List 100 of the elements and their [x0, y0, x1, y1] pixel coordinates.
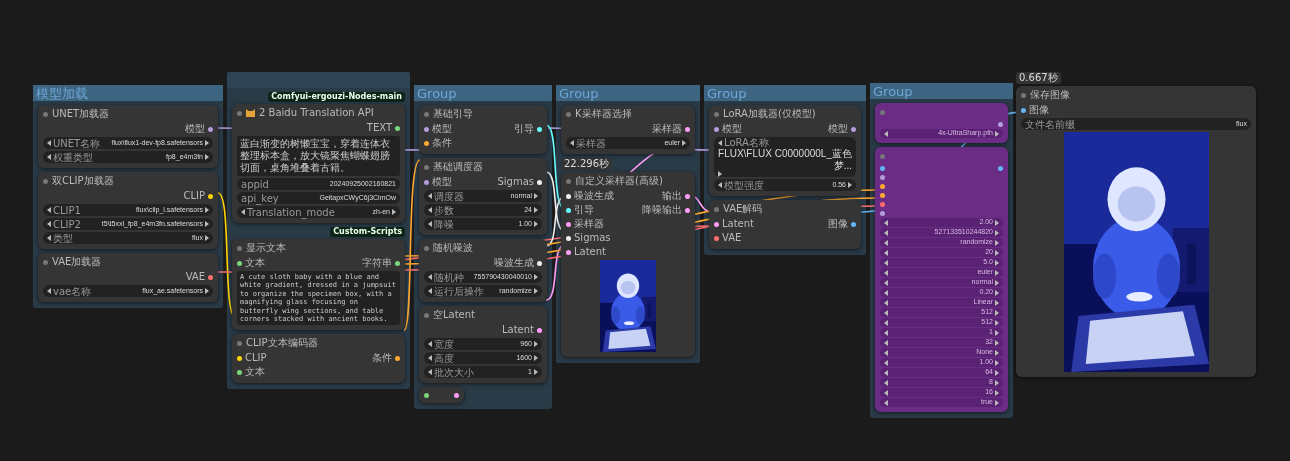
- arrow-right-icon[interactable]: [718, 171, 722, 177]
- arrow-left-icon[interactable]: [428, 221, 432, 227]
- arrow-right-icon[interactable]: [205, 288, 209, 294]
- output-socket[interactable]: [685, 207, 690, 213]
- input-socket[interactable]: [880, 201, 885, 207]
- arrow-left-icon[interactable]: [47, 154, 51, 160]
- output-socket[interactable]: [454, 392, 459, 398]
- input-socket[interactable]: [714, 221, 719, 227]
- output-socket[interactable]: [537, 327, 542, 333]
- combo-widget[interactable]: LoRA名称 FLUX\FLUX C0000000L_蓝色梦...: [714, 137, 856, 177]
- node-status-dot: [566, 178, 571, 184]
- output-label: 条件: [372, 353, 392, 364]
- node-status-dot: [880, 153, 885, 159]
- arrow-right-icon[interactable]: [205, 235, 209, 241]
- input-socket[interactable]: [424, 140, 429, 146]
- node-card[interactable]: [419, 387, 464, 403]
- arrow-left-icon[interactable]: [718, 139, 722, 146]
- node-status-dot: [714, 111, 719, 117]
- output-socket[interactable]: [685, 126, 690, 132]
- arrow-left-icon[interactable]: [241, 209, 245, 215]
- input-label: VAE: [722, 233, 742, 243]
- arrow-right-icon[interactable]: [534, 274, 538, 280]
- input-socket[interactable]: [880, 210, 885, 216]
- arrow-right-icon[interactable]: [534, 355, 538, 361]
- arrow-left-icon[interactable]: [428, 193, 432, 199]
- arrow-right-icon[interactable]: [205, 154, 209, 160]
- output-socket[interactable]: [537, 179, 542, 185]
- node-status-dot: [43, 259, 48, 265]
- arrow-right-icon[interactable]: [534, 221, 538, 227]
- arrow-right-icon[interactable]: [205, 221, 209, 227]
- arrow-right-icon[interactable]: [534, 193, 538, 199]
- node-pack-badge: Custom-Scripts: [330, 227, 405, 237]
- arrow-right-icon[interactable]: [534, 341, 538, 347]
- output-socket[interactable]: [685, 193, 690, 199]
- input-socket[interactable]: [424, 392, 429, 398]
- output-socket[interactable]: [208, 193, 213, 199]
- input-socket[interactable]: [880, 165, 885, 171]
- arrow-right-icon[interactable]: [205, 207, 209, 213]
- arrow-left-icon[interactable]: [428, 207, 432, 213]
- arrow-left-icon[interactable]: [718, 182, 722, 188]
- node-card[interactable]: VAE解码 Latent 图像 VAE: [709, 200, 861, 249]
- arrow-left-icon[interactable]: [428, 355, 432, 361]
- input-socket[interactable]: [880, 192, 885, 198]
- arrow-left-icon[interactable]: [428, 274, 432, 280]
- output-socket[interactable]: [395, 260, 400, 266]
- input-socket[interactable]: [566, 193, 571, 199]
- input-socket[interactable]: [880, 174, 885, 180]
- arrow-left-icon[interactable]: [47, 235, 51, 241]
- arrow-right-icon[interactable]: [534, 207, 538, 213]
- output-socket[interactable]: [537, 126, 542, 132]
- node-pack-badge: Comfyui-ergouzi-Nodes-main: [268, 92, 405, 102]
- input-socket[interactable]: [566, 235, 571, 241]
- output-socket[interactable]: [208, 274, 213, 280]
- input-socket[interactable]: [424, 126, 429, 132]
- output-socket[interactable]: [208, 126, 213, 132]
- text-area[interactable]: 蓝白渐变的树懒宝宝，穿着连体衣整理标本盒，放大镜聚焦蝴蝶翅膀切面，桌角堆叠着古籍。: [237, 136, 400, 176]
- arrow-left-icon[interactable]: [47, 221, 51, 227]
- input-socket[interactable]: [566, 249, 571, 255]
- output-socket[interactable]: [537, 260, 542, 266]
- input-label: Latent: [722, 219, 755, 229]
- node-card[interactable]: 基础引导 模型 引导 条件: [419, 105, 547, 154]
- output-label: Latent: [501, 325, 534, 335]
- input-socket[interactable]: [1021, 107, 1026, 113]
- input-socket[interactable]: [714, 126, 719, 132]
- input-socket[interactable]: [237, 369, 242, 375]
- arrow-right-icon[interactable]: [392, 209, 396, 215]
- arrow-left-icon[interactable]: [570, 140, 574, 146]
- input-socket[interactable]: [424, 179, 429, 185]
- output-socket[interactable]: [851, 221, 856, 227]
- arrow-right-icon[interactable]: [205, 140, 209, 146]
- node-card[interactable]: [232, 239, 405, 331]
- arrow-left-icon[interactable]: [47, 288, 51, 294]
- group-title: Group: [707, 86, 747, 100]
- output-label: 引导: [514, 124, 534, 134]
- input-socket[interactable]: [566, 207, 571, 213]
- node-card[interactable]: CLIP文本编码器 CLIP 条件 文本: [232, 334, 405, 384]
- output-socket[interactable]: [395, 125, 400, 131]
- output-socket[interactable]: [395, 355, 400, 361]
- arrow-right-icon[interactable]: [848, 182, 852, 188]
- input-socket[interactable]: [566, 221, 571, 227]
- input-socket[interactable]: [237, 355, 242, 361]
- arrow-left-icon[interactable]: [428, 369, 432, 375]
- input-socket[interactable]: [714, 235, 719, 241]
- arrow-left-icon[interactable]: [47, 140, 51, 146]
- input-label: 引导: [574, 205, 594, 215]
- arrow-left-icon[interactable]: [428, 341, 432, 347]
- timer-badge: 22.296秒: [561, 158, 612, 170]
- arrow-left-icon[interactable]: [884, 130, 888, 137]
- input-label: 条件: [432, 138, 452, 148]
- arrow-left-icon[interactable]: [47, 207, 51, 213]
- arrow-right-icon[interactable]: [995, 130, 999, 137]
- input-socket[interactable]: [237, 260, 242, 266]
- output-socket[interactable]: [851, 126, 856, 132]
- arrow-right-icon[interactable]: [534, 369, 538, 375]
- node-status-dot: [237, 340, 242, 346]
- arrow-right-icon[interactable]: [534, 288, 538, 294]
- arrow-right-icon[interactable]: [682, 140, 686, 146]
- input-socket[interactable]: [880, 183, 885, 189]
- node-card[interactable]: 自定义采样器(高级) 噪波生成 输出 引导 降噪输出 采样器 Sigmas Latent: [561, 172, 695, 357]
- arrow-left-icon[interactable]: [428, 288, 432, 294]
